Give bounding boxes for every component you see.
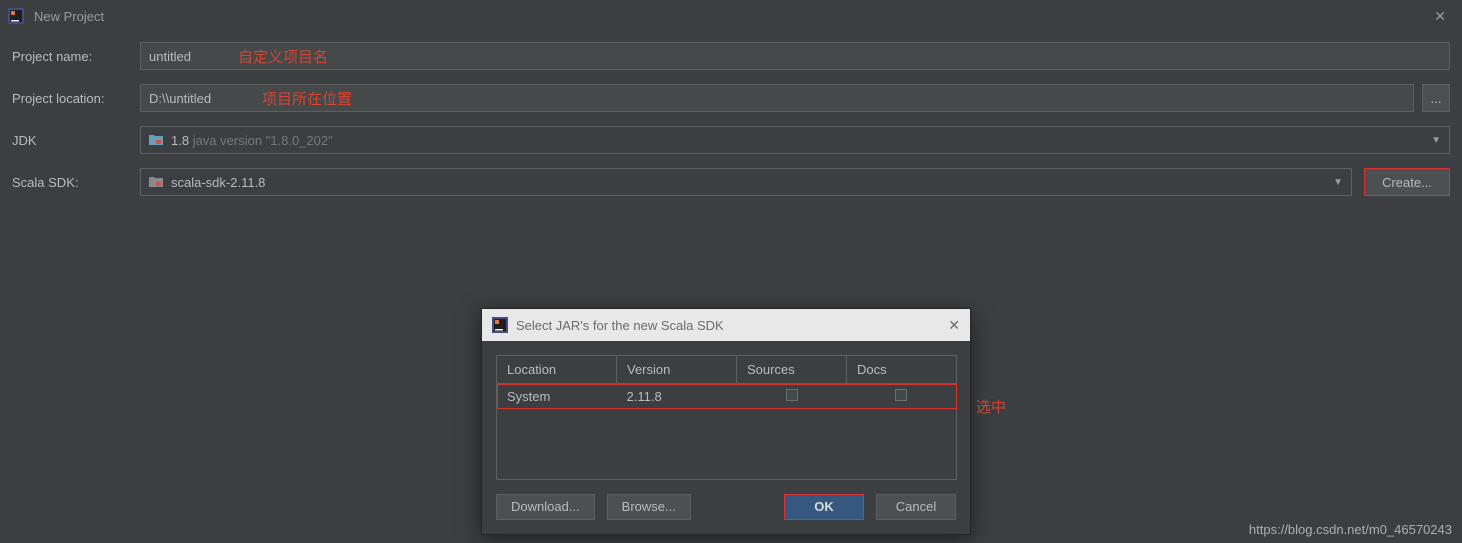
project-location-input[interactable]: [140, 84, 1414, 112]
close-icon[interactable]: ✕: [1426, 4, 1454, 29]
app-icon: [492, 317, 508, 333]
watermark: https://blog.csdn.net/m0_46570243: [1249, 522, 1452, 537]
table-empty-space: [497, 409, 957, 479]
annotation-select: 选中: [976, 396, 1006, 417]
cell-version: 2.11.8: [617, 384, 737, 410]
form-area: Project name: 自定义项目名 Project location: .…: [0, 32, 1462, 220]
jdk-label: JDK: [12, 133, 140, 148]
ok-button[interactable]: OK: [784, 494, 864, 520]
jdk-dropdown[interactable]: 1.8 java version "1.8.0_202" ▼: [140, 126, 1450, 154]
project-name-label: Project name:: [12, 49, 140, 64]
browse-button[interactable]: Browse...: [607, 494, 691, 520]
close-icon[interactable]: ✕: [948, 317, 960, 334]
browse-location-button[interactable]: ...: [1422, 84, 1450, 112]
select-jars-dialog: Select JAR's for the new Scala SDK ✕ Loc…: [481, 308, 971, 535]
cell-docs: [847, 384, 957, 410]
spacer: [703, 494, 772, 520]
project-name-input[interactable]: [140, 42, 1450, 70]
jdk-value-sub: java version "1.8.0_202": [189, 133, 333, 148]
scala-sdk-row: Scala SDK: scala-sdk-2.11.8 ▼ Create...: [12, 168, 1450, 196]
jdk-row: JDK 1.8 java version "1.8.0_202" ▼: [12, 126, 1450, 154]
folder-icon: [149, 134, 163, 146]
col-location: Location: [497, 356, 617, 384]
window-titlebar: New Project ✕: [0, 0, 1462, 32]
window-title: New Project: [34, 9, 1426, 24]
col-version: Version: [617, 356, 737, 384]
cancel-button[interactable]: Cancel: [876, 494, 956, 520]
chevron-down-icon: ▼: [1431, 135, 1441, 146]
project-name-row: Project name: 自定义项目名: [12, 42, 1450, 70]
sources-checkbox[interactable]: [786, 389, 798, 401]
scala-sdk-dropdown[interactable]: scala-sdk-2.11.8 ▼: [140, 168, 1352, 196]
col-docs: Docs: [847, 356, 957, 384]
dialog-title: Select JAR's for the new Scala SDK: [516, 318, 948, 333]
sdk-table: Location Version Sources Docs System 2.1…: [496, 355, 957, 480]
dialog-titlebar: Select JAR's for the new Scala SDK ✕: [482, 309, 970, 341]
cell-location: System: [497, 384, 617, 410]
dialog-actions: Download... Browse... OK Cancel: [482, 494, 970, 534]
folder-icon: [149, 176, 163, 188]
project-location-label: Project location:: [12, 91, 140, 106]
jdk-value-main: 1.8: [171, 133, 189, 148]
create-sdk-button[interactable]: Create...: [1364, 168, 1450, 196]
docs-checkbox[interactable]: [895, 389, 907, 401]
col-sources: Sources: [737, 356, 847, 384]
table-row[interactable]: System 2.11.8: [497, 384, 957, 410]
table-header-row: Location Version Sources Docs: [497, 356, 957, 384]
app-icon: [8, 8, 24, 24]
jdk-value: 1.8 java version "1.8.0_202": [171, 133, 1431, 148]
project-location-row: Project location: ... 项目所在位置: [12, 84, 1450, 112]
scala-sdk-value: scala-sdk-2.11.8: [171, 175, 1333, 190]
chevron-down-icon: ▼: [1333, 177, 1343, 188]
scala-sdk-label: Scala SDK:: [12, 175, 140, 190]
download-button[interactable]: Download...: [496, 494, 595, 520]
dialog-body: Location Version Sources Docs System 2.1…: [482, 341, 970, 494]
cell-sources: [737, 384, 847, 410]
